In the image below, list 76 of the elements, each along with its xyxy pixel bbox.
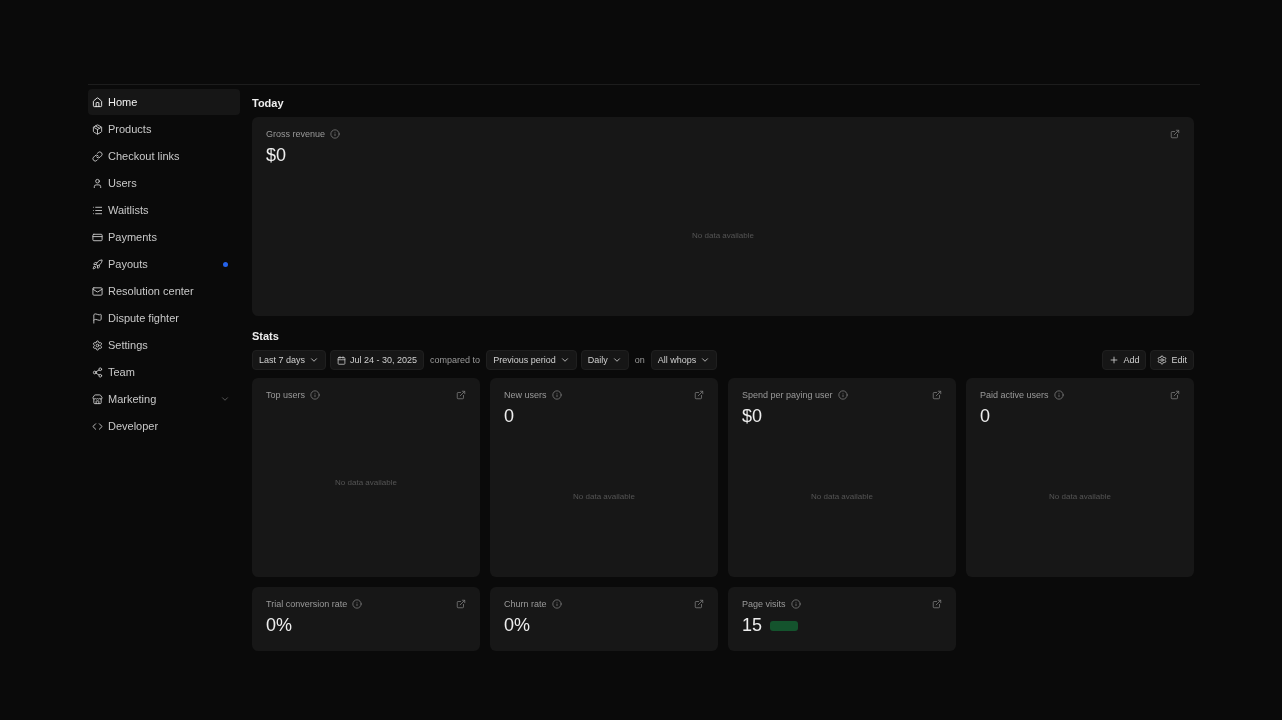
sidebar-item[interactable]: Home [88,89,240,115]
section-title: Stats [252,330,280,342]
card-title: Paid active users [980,390,1049,400]
sidebar-item[interactable]: Users [88,170,240,196]
user-icon [92,177,103,189]
info-icon[interactable] [352,599,363,609]
info-icon[interactable] [551,599,562,609]
date-picker[interactable]: Jul 24 - 30, 2025 [330,350,425,370]
chevron-icon [700,355,711,365]
sidebar-item[interactable]: Developer [88,413,240,439]
store-icon [92,393,103,405]
info-icon[interactable] [310,390,321,400]
info-icon[interactable] [1053,390,1064,400]
external-link-icon[interactable] [932,599,942,609]
stat-value: 0 [980,406,990,427]
external-link-icon[interactable] [456,599,466,609]
chevron-icon[interactable] [220,394,230,404]
stat-value: $0 [266,145,287,166]
external-link-icon[interactable] [1170,390,1180,400]
sidebar-item[interactable]: Payments [88,224,240,250]
card-title: Churn rate [504,599,547,609]
chevron-icon [611,355,622,365]
rocket-icon [92,258,103,270]
gear-icon [1157,355,1168,365]
calendar-icon [337,355,347,365]
home-icon [92,96,103,108]
section-title: Today [252,97,285,109]
stat-value: 0% [266,615,292,636]
filter-dropdown[interactable]: Previous period [486,350,577,370]
share-icon [92,366,103,378]
chevron-icon [309,355,320,365]
sidebar-item[interactable]: Products [88,116,240,142]
sidebar-item[interactable]: Dispute fighter [88,305,240,331]
filter-dropdown[interactable]: All whops [650,350,718,370]
external-link-icon[interactable] [694,390,704,400]
card-title: Trial conversion rate [266,599,348,609]
sidebar-item[interactable]: Checkout links [88,143,240,169]
sidebar-item[interactable]: Settings [88,332,240,358]
external-link-icon[interactable] [1170,129,1180,139]
sidebar-item[interactable]: Resolution center [88,278,240,304]
filter-label: compared to [429,355,482,365]
info-icon[interactable] [790,599,801,609]
external-link-icon[interactable] [694,599,704,609]
card-title: New users [504,390,547,400]
list-icon [92,204,103,216]
link-icon [92,150,103,162]
stat-value: $0 [742,406,763,427]
mail-icon [92,285,103,297]
package-icon [92,123,103,135]
filter-label: on [633,355,646,365]
info-icon[interactable] [551,390,562,400]
info-icon[interactable] [330,129,341,139]
card-title: Spend per paying user [742,390,833,400]
stat-value: 15 [742,615,763,636]
card-title: Top users [266,390,306,400]
external-link-icon[interactable] [456,390,466,400]
card-title: Page visits [742,599,786,609]
credit-card-icon [92,231,103,243]
filter-dropdown[interactable]: Daily [580,350,629,370]
sidebar-item[interactable]: Payouts [88,251,240,277]
stat-value: 0 [504,406,514,427]
plus-icon [1109,355,1120,365]
filter-dropdown[interactable]: Last 7 days [252,350,327,370]
external-link-icon[interactable] [932,390,942,400]
add-button[interactable]: Add [1102,350,1147,370]
settings-icon [92,339,103,351]
sidebar-item[interactable]: Waitlists [88,197,240,223]
edit-button[interactable]: Edit [1150,350,1194,370]
sidebar-item[interactable]: Marketing [88,386,240,412]
stat-value: 0% [504,615,530,636]
info-icon[interactable] [837,390,848,400]
code-icon [92,420,103,432]
sidebar-item[interactable]: Team [88,359,240,385]
chevron-icon [559,355,570,365]
flag-icon [92,312,103,324]
card-title: Gross revenue [266,129,326,139]
